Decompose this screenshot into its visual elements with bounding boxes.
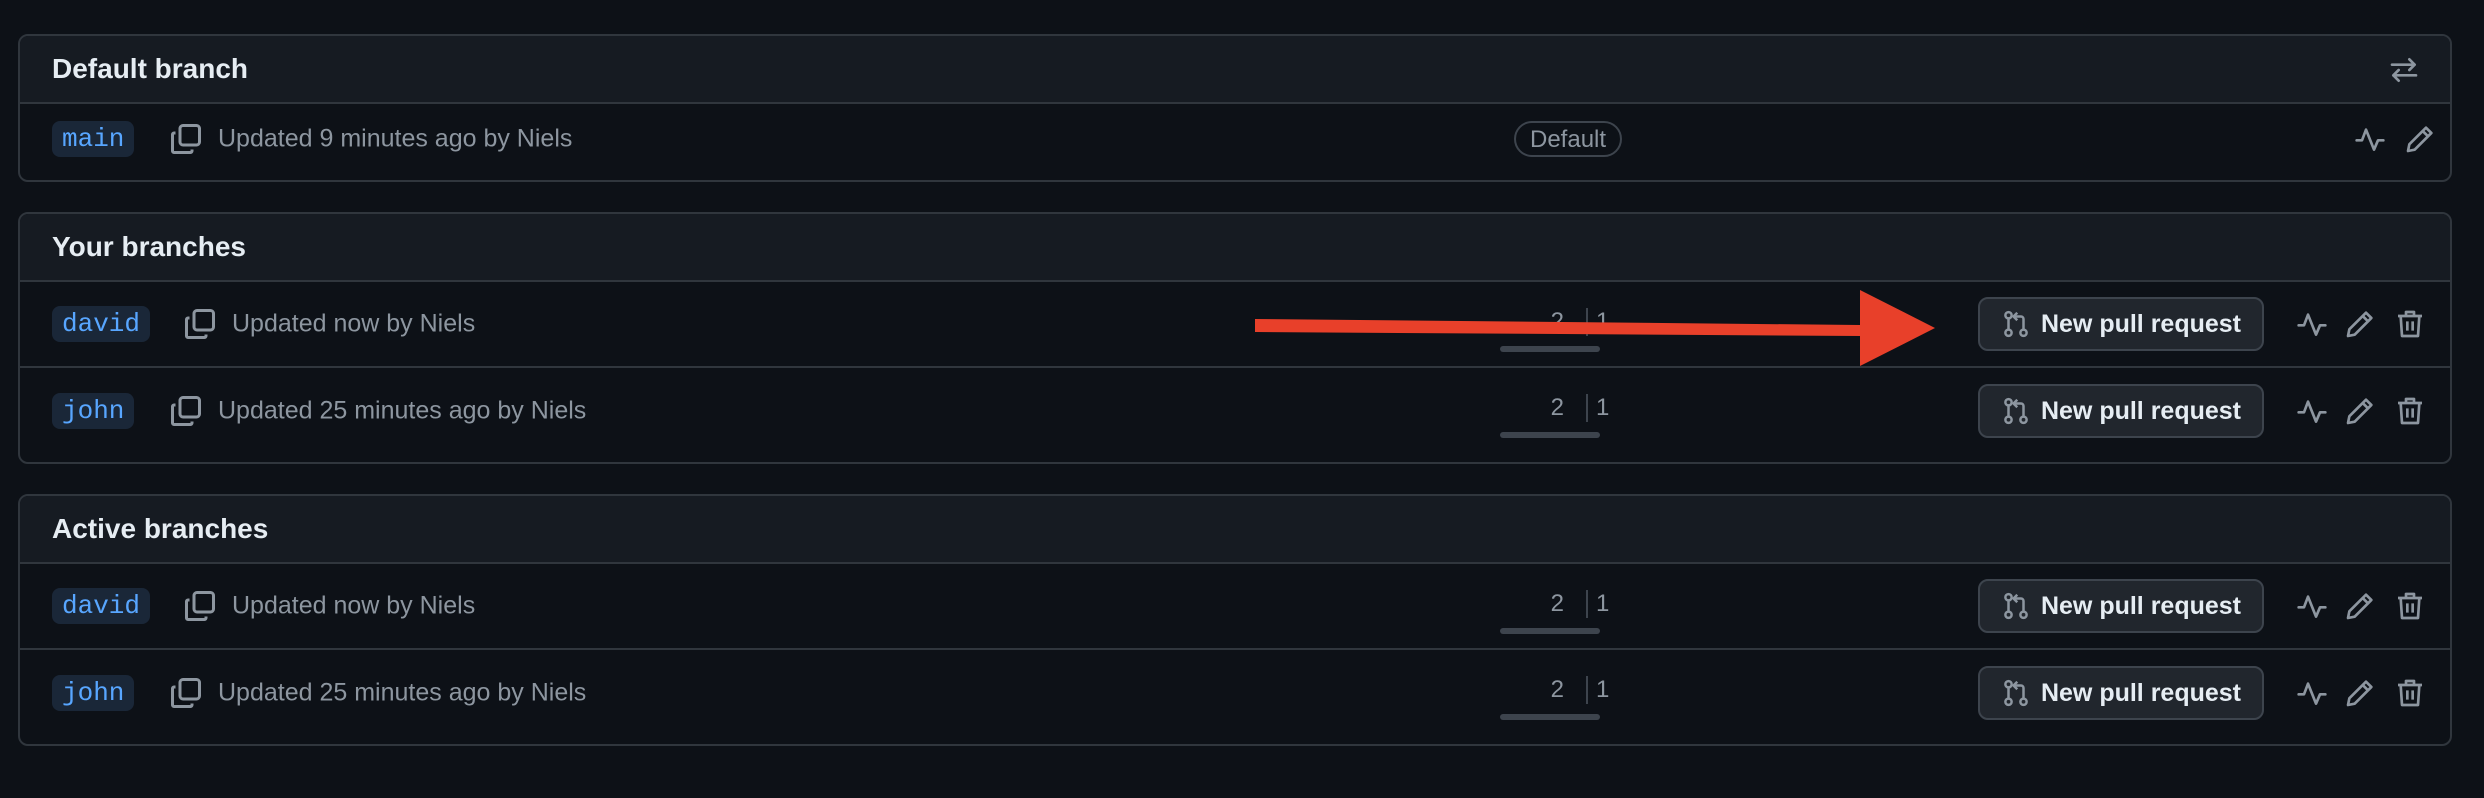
pulse-icon[interactable] xyxy=(2296,677,2328,709)
copy-icon[interactable] xyxy=(168,393,204,429)
branch-row: main Updated 9 minutes ago by Niels Defa… xyxy=(20,104,2450,174)
branch-name-link[interactable]: david xyxy=(52,588,151,624)
ahead-behind-bar xyxy=(1500,628,1600,634)
ahead-behind-divider xyxy=(1586,394,1588,422)
trash-icon[interactable] xyxy=(2394,590,2426,622)
section-title: Active branches xyxy=(52,513,269,544)
your-branches-header: Your branches xyxy=(20,214,2450,282)
default-branch-header: Default branch xyxy=(20,36,2450,104)
button-label: New pull request xyxy=(2040,396,2242,425)
annotation-arrow xyxy=(1255,290,1935,366)
pulse-icon[interactable] xyxy=(2296,395,2328,427)
updated-text: Updated 9 minutes ago by Niels xyxy=(218,124,573,153)
your-branches-box: Your branches david Updated now by Niels… xyxy=(18,212,2452,464)
pencil-icon[interactable] xyxy=(2404,123,2436,155)
git-pull-request-icon xyxy=(2001,591,2031,621)
active-branches-box: Active branches david Updated now by Nie… xyxy=(18,494,2452,746)
new-pull-request-button[interactable]: New pull request xyxy=(1978,666,2264,720)
git-pull-request-icon xyxy=(2001,309,2031,339)
pencil-icon[interactable] xyxy=(2344,308,2376,340)
behind-count: 2 xyxy=(1550,676,1564,703)
branch-name-link[interactable]: david xyxy=(52,306,151,342)
copy-icon[interactable] xyxy=(168,675,204,711)
new-pull-request-button[interactable]: New pull request xyxy=(1978,384,2264,438)
pulse-icon[interactable] xyxy=(2296,308,2328,340)
pulse-icon[interactable] xyxy=(2354,123,2386,155)
updated-text: Updated 25 minutes ago by Niels xyxy=(218,678,587,707)
button-label: New pull request xyxy=(2040,678,2242,707)
branch-row: david Updated now by Niels 2 1 New pull … xyxy=(20,564,2450,650)
button-label: New pull request xyxy=(2040,309,2242,338)
ahead-count: 1 xyxy=(1596,394,1610,421)
ahead-behind-count: 2 1 xyxy=(1480,672,1680,720)
button-label: New pull request xyxy=(2040,591,2242,620)
pencil-icon[interactable] xyxy=(2344,677,2376,709)
trash-icon[interactable] xyxy=(2394,395,2426,427)
updated-text: Updated now by Niels xyxy=(232,591,476,620)
copy-icon[interactable] xyxy=(168,121,204,157)
ahead-behind-divider xyxy=(1586,590,1588,618)
updated-text: Updated 25 minutes ago by Niels xyxy=(218,396,587,425)
branch-row: john Updated 25 minutes ago by Niels 2 1… xyxy=(20,650,2450,736)
ahead-behind-bar xyxy=(1500,432,1600,438)
ahead-behind-divider xyxy=(1586,676,1588,704)
new-pull-request-button[interactable]: New pull request xyxy=(1978,579,2264,633)
pencil-icon[interactable] xyxy=(2344,590,2376,622)
branch-row: john Updated 25 minutes ago by Niels 2 1… xyxy=(20,368,2450,454)
ahead-behind-count: 2 1 xyxy=(1480,586,1680,634)
section-title: Your branches xyxy=(52,231,246,262)
default-badge: Default xyxy=(1514,121,1623,157)
pulse-icon[interactable] xyxy=(2296,590,2328,622)
updated-text: Updated now by Niels xyxy=(232,309,476,338)
branch-row: david Updated now by Niels 2 1 New pull … xyxy=(20,282,2450,368)
copy-icon[interactable] xyxy=(182,306,218,342)
copy-icon[interactable] xyxy=(182,588,218,624)
git-pull-request-icon xyxy=(2001,678,2031,708)
branch-name-link[interactable]: john xyxy=(52,393,135,429)
section-title: Default branch xyxy=(52,53,249,84)
active-branches-header: Active branches xyxy=(20,496,2450,564)
arrow-switch-icon[interactable] xyxy=(2388,54,2420,86)
ahead-count: 1 xyxy=(1596,676,1610,703)
ahead-behind-count: 2 1 xyxy=(1480,390,1680,438)
ahead-behind-bar xyxy=(1500,714,1600,720)
new-pull-request-button[interactable]: New pull request xyxy=(1978,297,2264,351)
pencil-icon[interactable] xyxy=(2344,395,2376,427)
git-pull-request-icon xyxy=(2001,396,2031,426)
branch-name-link[interactable]: main xyxy=(52,121,135,157)
trash-icon[interactable] xyxy=(2394,677,2426,709)
default-branch-box: Default branch main Updated 9 minutes ag… xyxy=(18,34,2452,182)
branch-name-link[interactable]: john xyxy=(52,675,135,711)
ahead-count: 1 xyxy=(1596,590,1610,617)
behind-count: 2 xyxy=(1550,394,1564,421)
trash-icon[interactable] xyxy=(2394,308,2426,340)
behind-count: 2 xyxy=(1550,590,1564,617)
